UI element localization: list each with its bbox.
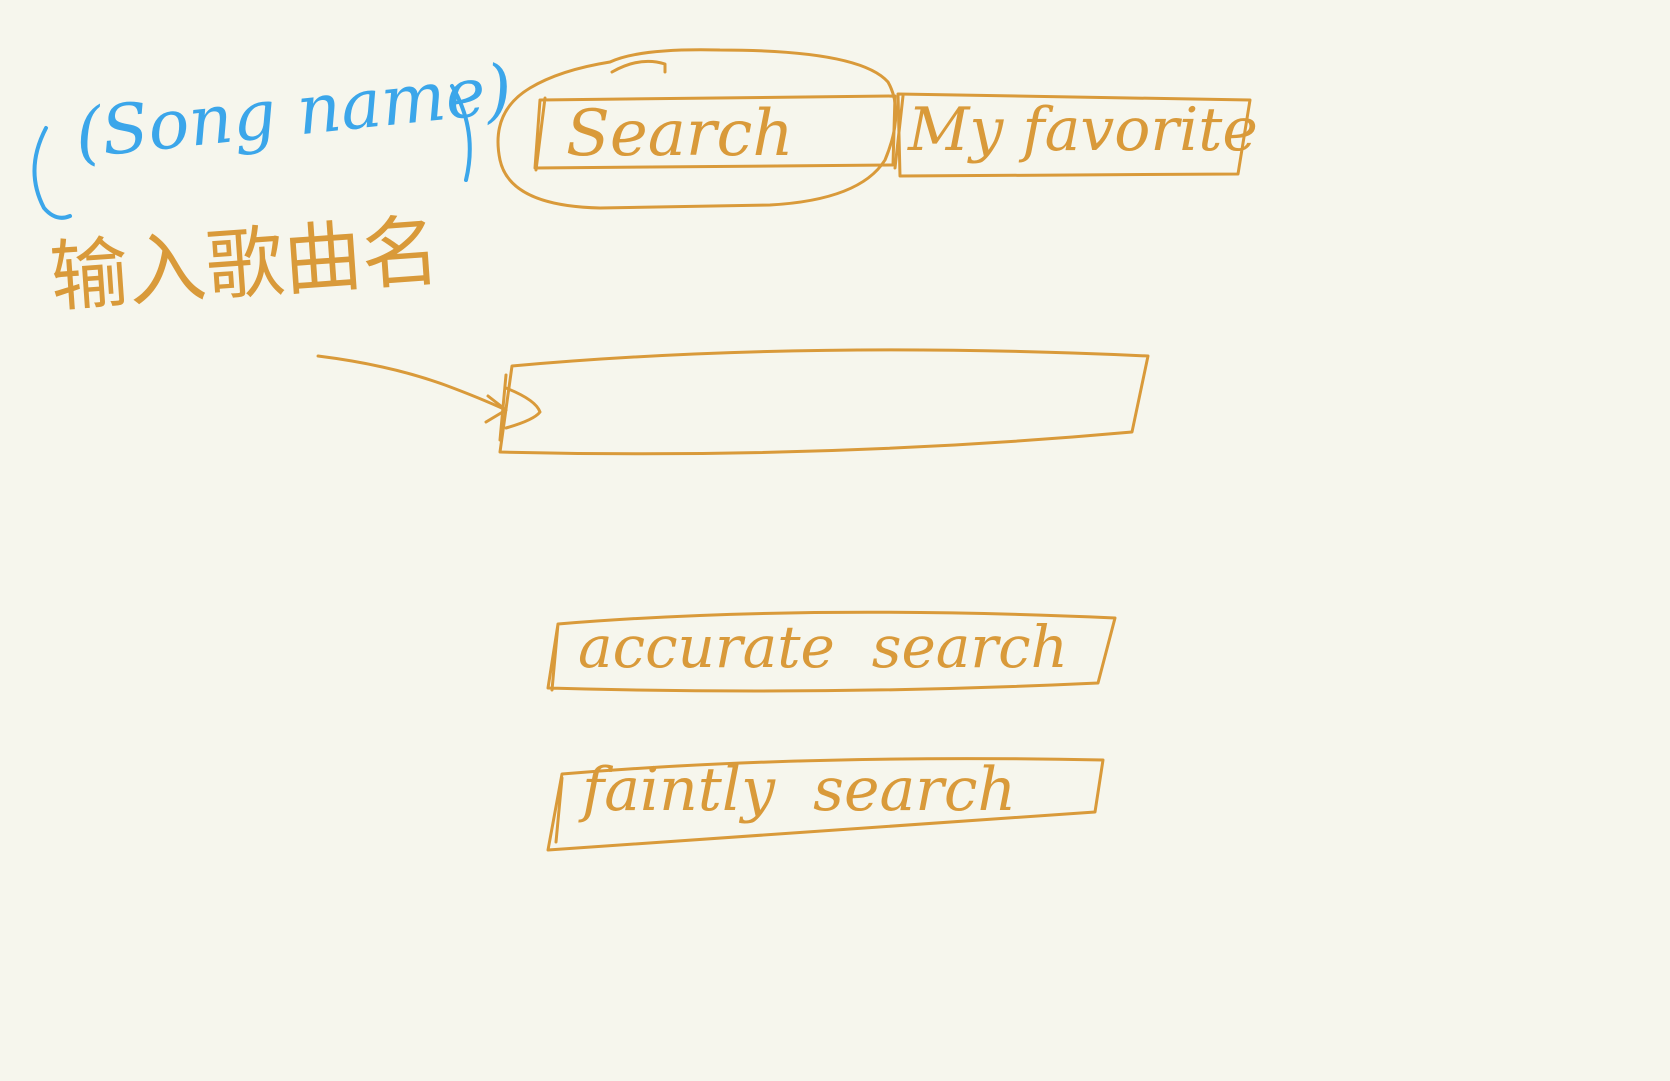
tab-my-favorite-label: My favorite xyxy=(908,95,1258,165)
accurate-search-button[interactable]: accurate search xyxy=(556,614,1106,690)
tab-search[interactable]: Search xyxy=(540,98,895,168)
annotation-arrow xyxy=(316,354,508,412)
song-name-input[interactable] xyxy=(512,372,1122,442)
accurate-search-label: accurate search xyxy=(578,613,1068,681)
tab-search-label: Search xyxy=(566,97,794,171)
ellipse-tail-stroke xyxy=(610,59,667,74)
faint-search-button[interactable]: faintly search xyxy=(556,760,1101,840)
annotation-left-paren xyxy=(32,126,72,220)
tab-my-favorite[interactable]: My favorite xyxy=(900,96,1258,174)
wireframe-sketch: (Song name) 输入歌曲名 Search My favorite acc… xyxy=(0,0,1670,1081)
faint-search-label: faintly search xyxy=(582,755,1017,825)
